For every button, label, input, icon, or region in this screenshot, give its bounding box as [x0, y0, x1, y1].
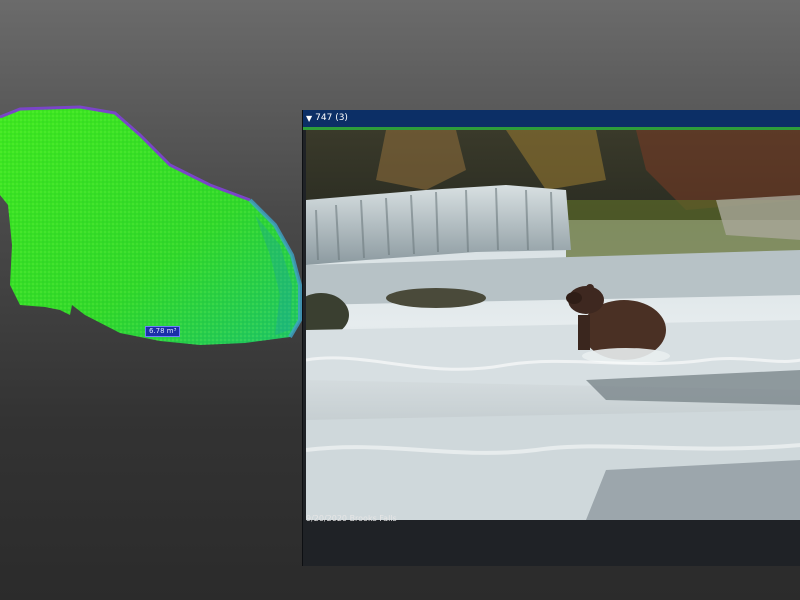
panel-title: 747 (3)	[315, 113, 348, 123]
bear-point-cloud-scan[interactable]	[0, 95, 310, 360]
photo-caption: 9/20/2020 Brooks Falls	[306, 514, 397, 523]
triangle-down-icon[interactable]: ▼	[306, 110, 312, 127]
volume-label: 6.78 m³	[145, 326, 181, 337]
bear-photo	[306, 130, 800, 520]
panel-header[interactable]: ▼ 747 (3)	[303, 110, 800, 130]
mid-rock	[386, 288, 486, 308]
scan-texture	[0, 107, 300, 345]
photo-panel[interactable]: ▼ 747 (3) 9/20/2020 Brooks Falls	[302, 110, 800, 566]
